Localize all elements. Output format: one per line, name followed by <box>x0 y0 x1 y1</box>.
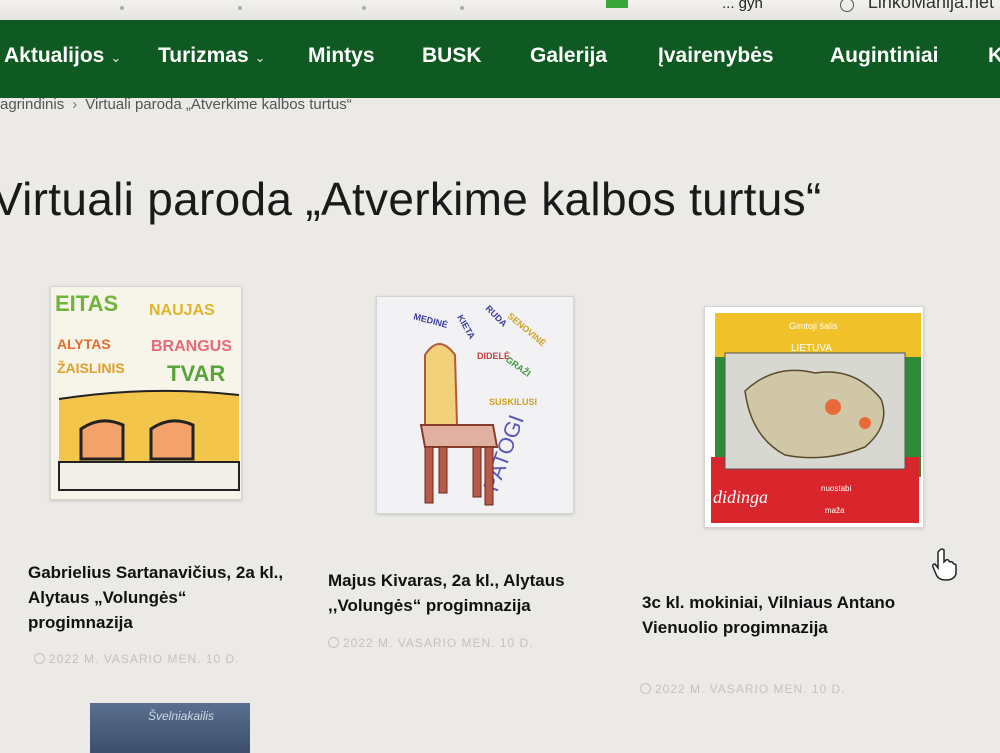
decor-dot <box>120 6 124 10</box>
breadcrumb-separator: › <box>72 96 78 113</box>
artwork-2-svg: MEDINĖ KIETA RUDA SENOVINĖ DIDELĖ GRAŽI … <box>377 297 573 513</box>
nav-item-turizmas[interactable]: Turizmas ⌄ <box>158 44 266 68</box>
artwork-word: EITAS <box>55 291 118 316</box>
nav-item-augintiniai[interactable]: Augintiniai <box>830 44 939 68</box>
gallery-caption-2[interactable]: Majus Kivaras, 2a kl., Alytaus ,,Volungė… <box>328 568 618 618</box>
nav-item-label: BUSK <box>422 44 482 67</box>
nav-item-label: Augintiniai <box>830 44 939 67</box>
artwork-word: maža <box>825 506 845 515</box>
hand-cursor-icon <box>932 548 957 581</box>
gallery-date-3: 2022 M. VASARIO MEN. 10 D. <box>640 682 846 696</box>
gallery-thumbnail-1[interactable]: EITAS NAUJAS ALYTAS BRANGUS ŽAISLINIS TV… <box>50 286 242 500</box>
breadcrumb: agrindinis › Virtuali paroda „Atverkime ka… <box>0 96 352 113</box>
nav-item-label: Turizmas <box>158 44 249 67</box>
date-text: 2022 M. VASARIO MEN. 10 D. <box>655 682 846 696</box>
nav-item-more[interactable]: K <box>988 44 1000 68</box>
gallery-date-1: 2022 M. VASARIO MEN. 10 D. <box>34 652 240 666</box>
artwork-word: ŽAISLINIS <box>57 359 125 376</box>
artwork-word: BRANGUS <box>151 338 232 355</box>
page-title: Virtuali paroda „Atverkime kalbos turtus… <box>0 173 822 225</box>
decor-dot <box>238 6 242 10</box>
breadcrumb-home-link[interactable]: agrindinis <box>0 96 64 113</box>
artwork-word: NAUJAS <box>149 302 215 319</box>
nav-item-ivairenybes[interactable]: Įvairenybės <box>658 44 774 68</box>
gallery-caption-1[interactable]: Gabrielius Sartanavičius, 2a kl., Alytau… <box>28 560 288 635</box>
gallery-date-2: 2022 M. VASARIO MEN. 10 D. <box>328 636 534 650</box>
nav-item-label: Galerija <box>530 44 608 67</box>
clock-icon <box>640 683 651 694</box>
browser-top-strip: ... gyn LinkoManija.net <box>0 0 1000 20</box>
nav-item-mintys[interactable]: Mintys <box>308 44 375 68</box>
clock-icon <box>328 637 339 648</box>
chevron-down-icon: ⌄ <box>110 50 122 65</box>
site-label[interactable]: LinkoManija.net <box>868 0 994 13</box>
gallery-thumbnail-4-partial[interactable]: Švelniakailis <box>90 703 250 753</box>
nav-item-label: Aktualijos <box>4 44 105 67</box>
decor-dot <box>460 6 464 10</box>
artwork-word: TVAR <box>167 361 225 386</box>
date-text: 2022 M. VASARIO MEN. 10 D. <box>343 636 534 650</box>
globe-icon <box>840 0 854 12</box>
clock-icon <box>34 653 45 664</box>
artwork-word: SUSKILUSI <box>489 397 537 407</box>
extension-label[interactable]: ... gyn <box>722 0 763 12</box>
artwork-word: nuostabi <box>821 484 851 493</box>
artwork-word: didinga <box>713 487 768 507</box>
gallery-caption-3[interactable]: 3c kl. mokiniai, Vilniaus Antano Vienuol… <box>642 590 902 640</box>
nav-item-aktualijos[interactable]: Aktualijos ⌄ <box>4 44 121 68</box>
chevron-down-icon: ⌄ <box>254 50 266 65</box>
main-nav: Aktualijos ⌄ Turizmas ⌄ Mintys BUSK Galeri… <box>0 20 1000 98</box>
nav-item-label: K <box>988 44 1000 67</box>
flag-icon <box>606 0 628 8</box>
date-text: 2022 M. VASARIO MEN. 10 D. <box>49 652 240 666</box>
thumbnail-text: Švelniakailis <box>148 709 215 723</box>
artwork-3-svg: Gimtoji šalis LIETUVA didinga nuostabi m… <box>705 307 923 527</box>
artwork-1-svg: EITAS NAUJAS ALYTAS BRANGUS ŽAISLINIS TV… <box>51 287 241 499</box>
nav-item-galerija[interactable]: Galerija <box>530 44 607 68</box>
gallery-thumbnail-3[interactable]: Gimtoji šalis LIETUVA didinga nuostabi m… <box>704 306 924 528</box>
artwork-word: ALYTAS <box>57 336 111 352</box>
nav-item-busk[interactable]: BUSK <box>422 44 482 68</box>
artwork-word: Gimtoji šalis <box>789 321 838 331</box>
gallery-thumbnail-2[interactable]: MEDINĖ KIETA RUDA SENOVINĖ DIDELĖ GRAŽI … <box>376 296 574 514</box>
nav-item-label: Mintys <box>308 44 375 67</box>
decor-dot <box>362 6 366 10</box>
artwork-word: LIETUVA <box>791 343 832 354</box>
nav-item-label: Įvairenybės <box>658 44 774 67</box>
breadcrumb-current: Virtuali paroda „Atverkime kalbos turtus… <box>85 96 352 113</box>
